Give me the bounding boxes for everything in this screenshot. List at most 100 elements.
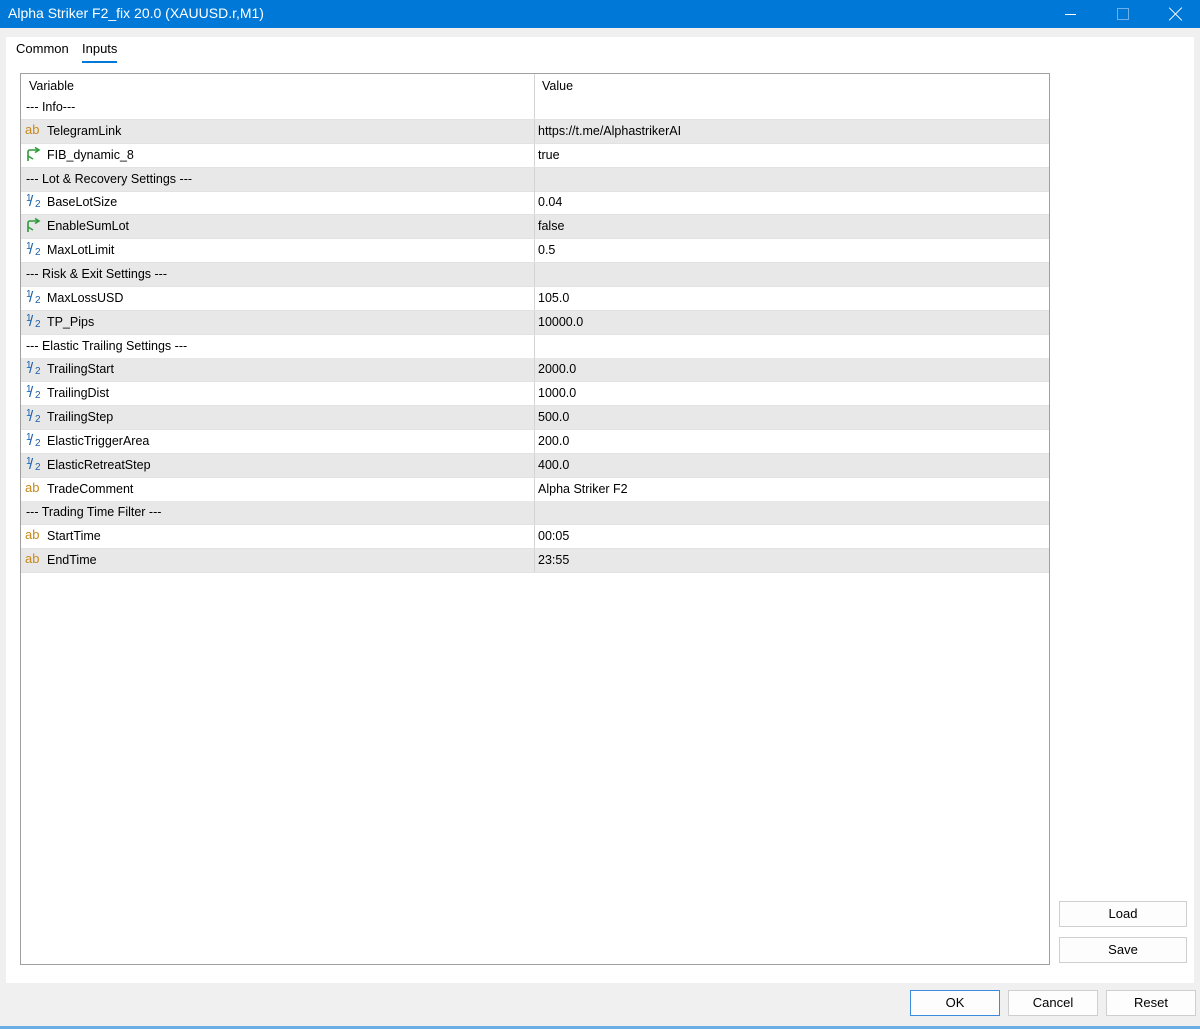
- variable-cell[interactable]: 1/2 TP_Pips: [21, 310, 535, 334]
- table-row[interactable]: 1/2 MaxLossUSD 105.0: [21, 286, 1049, 311]
- value-cell[interactable]: 200.0: [535, 430, 1049, 453]
- value-text: 23:55: [538, 553, 570, 568]
- minimize-button[interactable]: [1044, 0, 1096, 28]
- variable-name: MaxLossUSD: [47, 290, 124, 305]
- tab-inputs[interactable]: Inputs: [82, 41, 118, 63]
- variable-name: TrailingDist: [47, 386, 110, 401]
- variable-cell[interactable]: FIB_dynamic_8: [21, 143, 535, 167]
- variable-cell[interactable]: --- Risk & Exit Settings ---: [21, 262, 535, 286]
- header-value-label: Value: [542, 79, 574, 93]
- variable-name: --- Trading Time Filter ---: [26, 505, 162, 520]
- half-fraction-icon: 1/2: [26, 431, 41, 449]
- variable-cell[interactable]: 1/2 ElasticRetreatStep: [21, 453, 535, 477]
- value-cell[interactable]: 0.5: [535, 239, 1049, 262]
- variable-cell[interactable]: ab StartTime: [21, 525, 535, 549]
- table-row[interactable]: 1/2 TrailingStep 500.0: [21, 406, 1049, 431]
- value-cell[interactable]: Alpha Striker F2: [535, 478, 1049, 501]
- header-value[interactable]: Value: [535, 74, 1049, 97]
- table-row[interactable]: 1/2 MaxLotLimit 0.5: [21, 239, 1049, 264]
- value-cell[interactable]: 105.0: [535, 287, 1049, 310]
- tab-inputs-label: Inputs: [82, 41, 118, 56]
- variable-name: EnableSumLot: [47, 219, 130, 234]
- table-row[interactable]: ab StartTime 00:05: [21, 525, 1049, 550]
- value-cell[interactable]: 2000.0: [535, 358, 1049, 381]
- load-button[interactable]: Load: [1059, 901, 1187, 927]
- value-cell[interactable]: 23:55: [535, 549, 1049, 572]
- variable-cell[interactable]: 1/2 MaxLotLimit: [21, 239, 535, 263]
- value-cell[interactable]: 1000.0: [535, 382, 1049, 405]
- cancel-button[interactable]: Cancel: [1008, 990, 1098, 1016]
- section-row[interactable]: --- Info---: [21, 96, 1049, 120]
- header-variable[interactable]: Variable: [21, 74, 535, 97]
- section-row[interactable]: --- Trading Time Filter ---: [21, 501, 1049, 526]
- table-row[interactable]: EnableSumLot false: [21, 215, 1049, 240]
- ok-button[interactable]: OK: [910, 990, 1000, 1016]
- variable-cell[interactable]: 1/2 BaseLotSize: [21, 191, 535, 215]
- value-cell[interactable]: 400.0: [535, 454, 1049, 477]
- close-button[interactable]: [1150, 0, 1200, 28]
- variable-cell[interactable]: 1/2 TrailingStart: [21, 358, 535, 382]
- value-cell[interactable]: [535, 168, 1049, 191]
- reset-button[interactable]: Reset: [1106, 990, 1196, 1016]
- value-cell[interactable]: [535, 96, 1049, 119]
- table-row[interactable]: ab TelegramLink https://t.me/AlphastrikerA…: [21, 119, 1049, 144]
- tab-common[interactable]: Common: [16, 41, 69, 56]
- table-row[interactable]: 1/2 ElasticTriggerArea 200.0: [21, 429, 1049, 454]
- variable-cell[interactable]: ab EndTime: [21, 549, 535, 573]
- value-cell[interactable]: 10000.0: [535, 311, 1049, 334]
- variable-name: MaxLotLimit: [47, 243, 115, 258]
- variable-cell[interactable]: --- Info---: [21, 96, 535, 119]
- value-text: 10000.0: [538, 314, 584, 329]
- grid-header: Variable Value: [21, 74, 1049, 97]
- variable-cell[interactable]: 1/2 ElasticTriggerArea: [21, 429, 535, 453]
- variable-cell[interactable]: ab TelegramLink: [21, 119, 535, 143]
- variable-name: TrailingStep: [47, 410, 114, 425]
- variable-cell[interactable]: 1/2 TrailingStep: [21, 406, 535, 430]
- variable-name: --- Risk & Exit Settings ---: [26, 266, 167, 281]
- variable-cell[interactable]: 1/2 TrailingDist: [21, 382, 535, 406]
- variable-name: BaseLotSize: [47, 195, 118, 210]
- value-cell[interactable]: 00:05: [535, 525, 1049, 548]
- half-fraction-icon: 1/2: [26, 408, 41, 426]
- section-row[interactable]: --- Elastic Trailing Settings ---: [21, 334, 1049, 359]
- table-row[interactable]: ab TradeComment Alpha Striker F2: [21, 477, 1049, 502]
- table-row[interactable]: 1/2 TP_Pips 10000.0: [21, 310, 1049, 335]
- save-button[interactable]: Save: [1059, 937, 1187, 963]
- variable-cell[interactable]: ab TradeComment: [21, 477, 535, 501]
- value-cell[interactable]: false: [535, 215, 1049, 238]
- maximize-icon: [1117, 8, 1129, 20]
- half-fraction-icon: 1/2: [26, 455, 41, 473]
- value-cell[interactable]: https://t.me/AlphastrikerAI: [535, 120, 1049, 143]
- value-cell[interactable]: [535, 501, 1049, 524]
- minimize-icon: [1064, 13, 1076, 15]
- variable-name: --- Lot & Recovery Settings ---: [26, 171, 193, 186]
- section-row[interactable]: --- Risk & Exit Settings ---: [21, 262, 1049, 287]
- ab-string-icon: ab: [25, 551, 40, 567]
- value-cell[interactable]: 0.04: [535, 191, 1049, 214]
- window-title: Alpha Striker F2_fix 20.0 (XAUUSD.r,M1): [8, 5, 264, 21]
- table-row[interactable]: 1/2 BaseLotSize 0.04: [21, 191, 1049, 216]
- half-fraction-icon: 1/2: [26, 193, 41, 211]
- inputs-grid[interactable]: Variable Value --- Info--- ab TelegramLink…: [20, 73, 1050, 965]
- table-row[interactable]: 1/2 ElasticRetreatStep 400.0: [21, 453, 1049, 478]
- value-text: 00:05: [538, 529, 570, 544]
- maximize-button[interactable]: [1097, 0, 1149, 28]
- half-fraction-icon: 1/2: [26, 288, 41, 306]
- value-cell[interactable]: [535, 263, 1049, 286]
- section-row[interactable]: --- Lot & Recovery Settings ---: [21, 167, 1049, 192]
- value-cell[interactable]: 500.0: [535, 406, 1049, 429]
- variable-cell[interactable]: --- Elastic Trailing Settings ---: [21, 334, 535, 358]
- variable-cell[interactable]: --- Lot & Recovery Settings ---: [21, 167, 535, 191]
- table-row[interactable]: FIB_dynamic_8 true: [21, 143, 1049, 168]
- value-cell[interactable]: true: [535, 144, 1049, 167]
- header-variable-label: Variable: [29, 79, 74, 93]
- table-row[interactable]: ab EndTime 23:55: [21, 549, 1049, 574]
- variable-cell[interactable]: 1/2 MaxLossUSD: [21, 286, 535, 310]
- variable-cell[interactable]: EnableSumLot: [21, 215, 535, 239]
- value-text: 200.0: [538, 433, 570, 448]
- variable-name: TelegramLink: [47, 123, 122, 138]
- table-row[interactable]: 1/2 TrailingDist 1000.0: [21, 382, 1049, 407]
- table-row[interactable]: 1/2 TrailingStart 2000.0: [21, 358, 1049, 383]
- value-cell[interactable]: [535, 335, 1049, 358]
- variable-cell[interactable]: --- Trading Time Filter ---: [21, 501, 535, 525]
